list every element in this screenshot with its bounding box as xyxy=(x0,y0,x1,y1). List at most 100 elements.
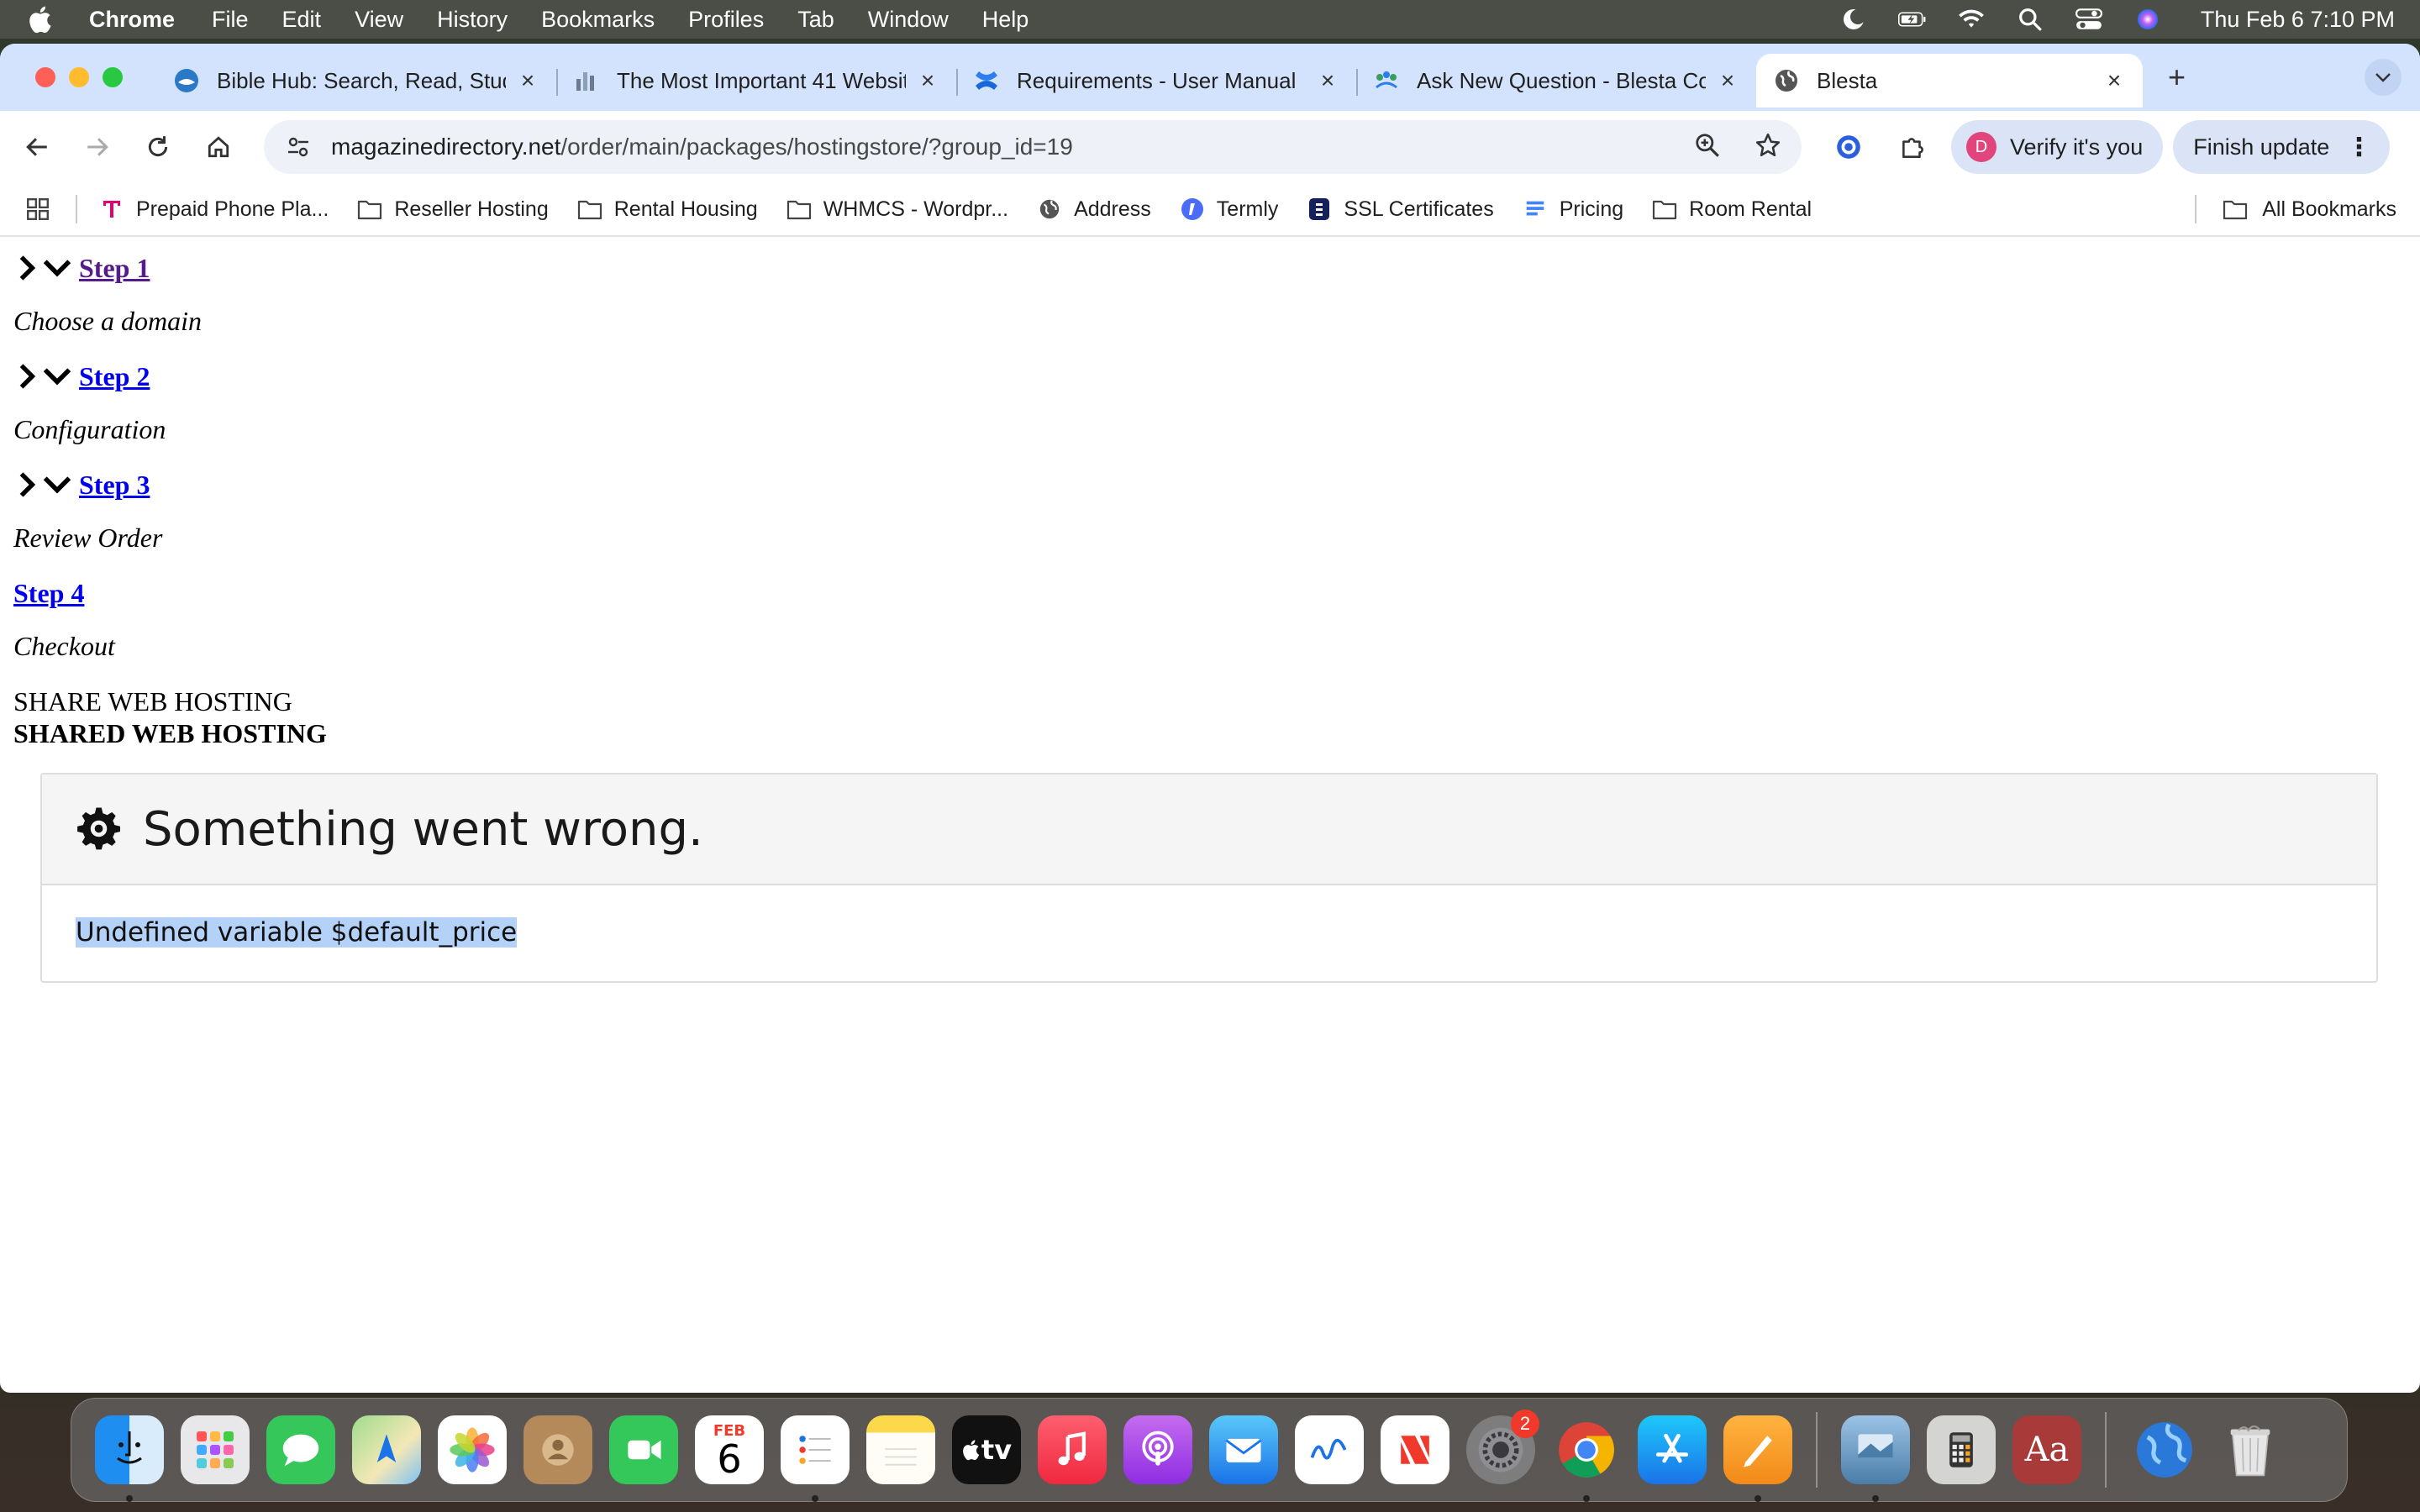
dock-trash[interactable] xyxy=(2207,1406,2294,1494)
menu-tab[interactable]: Tab xyxy=(797,7,834,33)
apple-tv-icon: tv xyxy=(952,1415,1021,1484)
contacts-icon xyxy=(523,1415,592,1484)
new-tab-button[interactable]: + xyxy=(2168,60,2186,95)
dock-downloads[interactable] xyxy=(2121,1406,2208,1494)
siri-icon[interactable] xyxy=(2133,7,2162,32)
menu-profiles[interactable]: Profiles xyxy=(688,7,764,33)
dock-photos[interactable] xyxy=(429,1406,516,1494)
bookmark-label: SSL Certificates xyxy=(1344,197,1494,221)
site-settings-icon[interactable] xyxy=(284,133,313,161)
apple-logo-icon[interactable] xyxy=(25,5,54,34)
bookmark-rental-housing[interactable]: Rental Housing xyxy=(577,197,758,222)
step-1-link[interactable]: Step 1 xyxy=(79,253,150,284)
step-3-link[interactable]: Step 3 xyxy=(79,470,150,501)
menu-view[interactable]: View xyxy=(355,7,403,33)
dock-finder[interactable] xyxy=(86,1406,173,1502)
menu-history[interactable]: History xyxy=(437,7,508,33)
dock-podcasts[interactable] xyxy=(1114,1406,1202,1494)
extensions-puzzle-icon[interactable] xyxy=(1896,130,1929,164)
bookmark-prepaid-phone[interactable]: Prepaid Phone Pla... xyxy=(99,197,329,222)
spotlight-search-icon[interactable] xyxy=(2016,7,2044,32)
dock-dictionary[interactable]: Aa xyxy=(2003,1406,2091,1494)
bookmark-label: Reseller Hosting xyxy=(394,197,549,221)
running-indicator xyxy=(1583,1495,1590,1502)
tab-important-websites[interactable]: The Most Important 41 Websites × xyxy=(556,54,958,108)
close-icon[interactable]: × xyxy=(916,69,939,92)
close-icon[interactable]: × xyxy=(516,69,539,92)
tab-title: Ask New Question - Blesta Co xyxy=(1417,67,1706,93)
zoom-magnifier-icon[interactable] xyxy=(1694,132,1721,163)
apps-grid-icon[interactable] xyxy=(24,195,52,223)
back-arrow-icon[interactable] xyxy=(18,129,55,165)
extension-target-icon[interactable] xyxy=(1832,130,1865,164)
kebab-menu-icon[interactable]: ⋮ xyxy=(2346,133,2371,162)
dock-launchpad[interactable] xyxy=(171,1406,259,1494)
minimize-window-button[interactable] xyxy=(69,67,89,87)
close-icon[interactable]: × xyxy=(1716,69,1739,92)
bookmark-termly[interactable]: Termly xyxy=(1180,197,1278,222)
dock-preview[interactable] xyxy=(1832,1406,1919,1502)
dock-app-store[interactable] xyxy=(1628,1406,1716,1494)
dock-apple-tv[interactable]: tv xyxy=(943,1406,1030,1494)
bookmark-address[interactable]: Address xyxy=(1037,197,1151,222)
chevron-down-icon xyxy=(40,360,74,393)
menu-help[interactable]: Help xyxy=(982,7,1029,33)
close-window-button[interactable] xyxy=(35,67,55,87)
mail-icon xyxy=(1209,1415,1278,1484)
dock-news[interactable] xyxy=(1371,1406,1459,1494)
menu-app-name[interactable]: Chrome xyxy=(89,7,175,33)
dock-music[interactable] xyxy=(1028,1406,1116,1494)
menu-edit[interactable]: Edit xyxy=(282,7,322,33)
bookmark-pricing[interactable]: Pricing xyxy=(1523,197,1623,222)
bookmark-room-rental[interactable]: Room Rental xyxy=(1652,197,1812,222)
menubar-clock[interactable]: Thu Feb 6 7:10 PM xyxy=(2201,7,2395,33)
dock-reminders[interactable] xyxy=(771,1406,859,1502)
bookmark-whmcs[interactable]: WHMCS - Wordpr... xyxy=(786,197,1008,222)
dock-maps[interactable] xyxy=(343,1406,430,1494)
menu-window[interactable]: Window xyxy=(868,7,949,33)
notification-badge: 2 xyxy=(1511,1410,1539,1438)
tab-search-chevron-icon[interactable] xyxy=(2365,59,2402,96)
battery-icon[interactable] xyxy=(1897,7,1927,32)
home-icon[interactable] xyxy=(200,129,237,165)
wifi-icon[interactable] xyxy=(1957,7,1986,32)
tab-bible-hub[interactable]: Bible Hub: Search, Read, Study × xyxy=(156,54,558,108)
dock-contacts[interactable] xyxy=(514,1406,602,1494)
dock-calculator[interactable] xyxy=(1918,1406,2005,1494)
close-icon[interactable]: × xyxy=(2102,69,2126,92)
dock-freeform[interactable] xyxy=(1286,1406,1373,1494)
bookmark-reseller-hosting[interactable]: Reseller Hosting xyxy=(357,197,549,222)
tab-ask-question[interactable]: Ask New Question - Blesta Co × xyxy=(1356,54,1756,108)
dock-notes[interactable] xyxy=(857,1406,944,1494)
bookmark-ssl-certificates[interactable]: SSL Certificates xyxy=(1307,197,1494,222)
dock-system-settings[interactable]: 2 xyxy=(1457,1406,1544,1494)
dictionary-icon: Aa xyxy=(2012,1415,2081,1484)
dock-messages[interactable] xyxy=(257,1406,345,1494)
zoom-window-button[interactable] xyxy=(103,67,123,87)
url-text[interactable]: magazinedirectory.net/order/main/package… xyxy=(331,134,1694,160)
dock-facetime[interactable] xyxy=(600,1406,687,1494)
dock-mail[interactable] xyxy=(1200,1406,1287,1494)
reload-icon[interactable] xyxy=(139,129,176,165)
menu-bookmarks[interactable]: Bookmarks xyxy=(541,7,655,33)
focus-moon-icon[interactable] xyxy=(1839,7,1868,32)
dock-chrome[interactable] xyxy=(1543,1406,1630,1502)
step-2-link[interactable]: Step 2 xyxy=(79,361,150,392)
address-bar[interactable]: magazinedirectory.net/order/main/package… xyxy=(264,120,1802,174)
tab-blesta-active[interactable]: Blesta × xyxy=(1756,54,2143,108)
menu-file[interactable]: File xyxy=(212,7,249,33)
folder-icon xyxy=(1652,197,1677,222)
control-center-icon[interactable] xyxy=(2075,7,2103,32)
close-icon[interactable]: × xyxy=(1316,69,1339,92)
step-4-link[interactable]: Step 4 xyxy=(13,578,84,609)
dock-pages[interactable] xyxy=(1714,1406,1802,1502)
bookmark-star-icon[interactable] xyxy=(1754,132,1781,163)
verify-identity-button[interactable]: D Verify it's you xyxy=(1951,120,2164,174)
tab-requirements[interactable]: Requirements - User Manual × xyxy=(956,54,1358,108)
dock-calendar[interactable]: FEB 6 xyxy=(686,1406,773,1494)
forward-arrow-icon[interactable] xyxy=(79,129,116,165)
bookmark-label: Room Rental xyxy=(1689,197,1812,221)
all-bookmarks-button[interactable]: All Bookmarks xyxy=(2222,197,2396,222)
confluence-icon xyxy=(973,67,1000,94)
finish-update-button[interactable]: Finish update ⋮ xyxy=(2173,120,2391,174)
